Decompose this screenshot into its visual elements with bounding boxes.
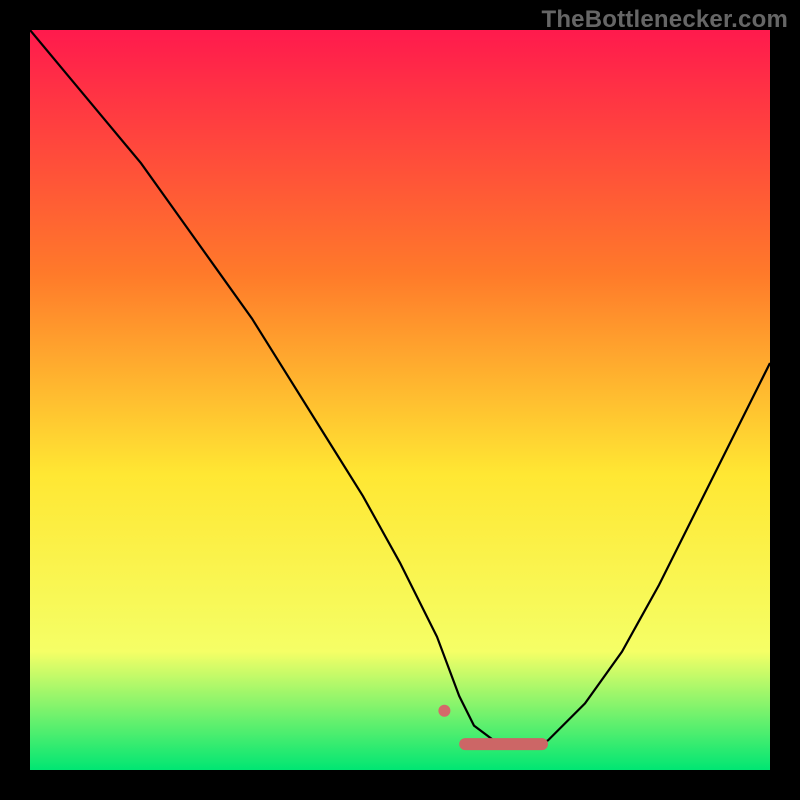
chart-svg [30,30,770,770]
bottleneck-plot [30,30,770,770]
chart-page: TheBottleneсker.com [0,0,800,800]
selection-dot-marker [438,705,450,717]
background-gradient [30,30,770,770]
optimal-band-marker [459,738,548,750]
